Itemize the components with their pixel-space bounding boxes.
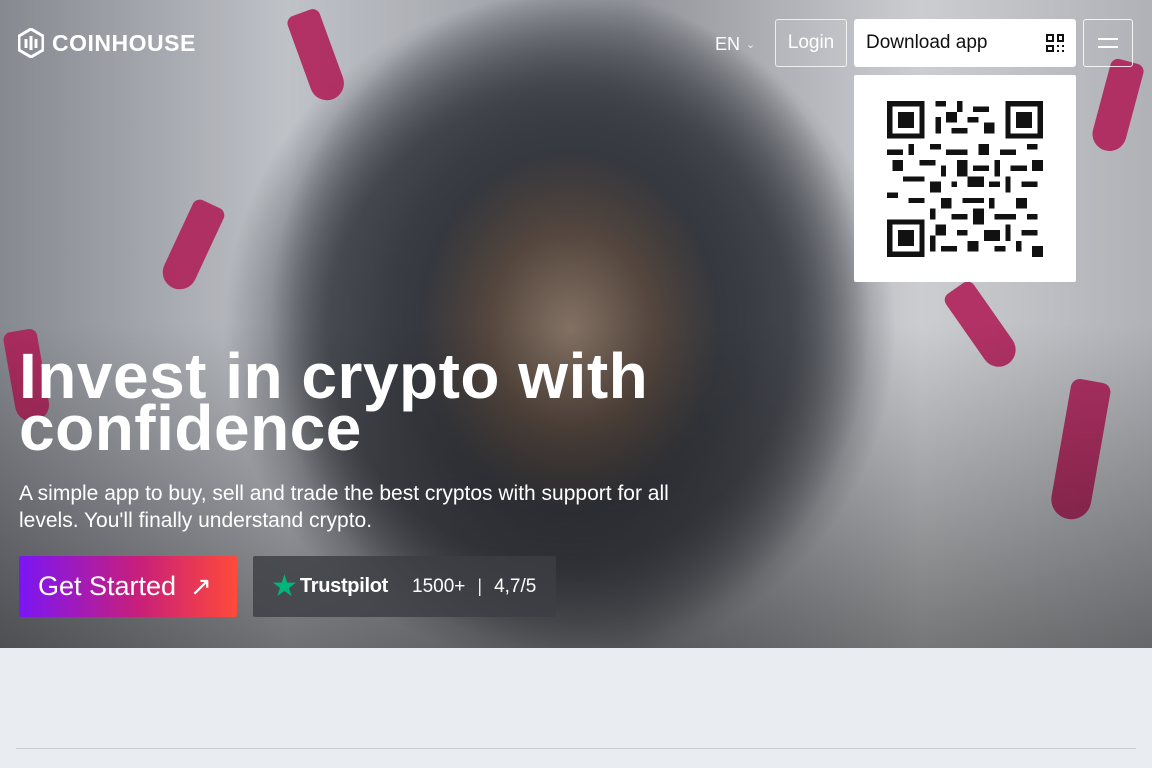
download-app-label: Download app bbox=[866, 32, 988, 53]
hamburger-line bbox=[1098, 38, 1118, 40]
arrow-up-right-icon: ↗ bbox=[190, 571, 212, 601]
logo-text: COINHOUSE bbox=[52, 29, 196, 56]
section-divider bbox=[16, 748, 1136, 749]
hamburger-line bbox=[1098, 46, 1118, 48]
trustpilot-badge[interactable]: ★ Trustpilot 1500+ | 4,7/5 bbox=[253, 556, 556, 617]
trustpilot-review-count: 1500+ bbox=[412, 575, 466, 597]
trustpilot-rating: 4,7/5 bbox=[494, 575, 537, 597]
qr-code-popover bbox=[854, 75, 1076, 282]
trustpilot-brand: Trustpilot bbox=[299, 575, 389, 597]
coinhouse-logo[interactable]: COINHOUSE bbox=[18, 28, 196, 58]
language-selector[interactable]: EN ⌄ bbox=[715, 34, 755, 55]
download-app-button[interactable]: Download app bbox=[854, 19, 1076, 67]
get-started-button[interactable]: Get Started ↗ bbox=[19, 556, 237, 617]
language-label: EN bbox=[715, 34, 741, 54]
qr-code-image bbox=[887, 100, 1043, 257]
hero-subheadline: A simple app to buy, sell and trade the … bbox=[19, 482, 669, 532]
get-started-label: Get Started bbox=[38, 571, 177, 601]
trustpilot-separator: | bbox=[477, 576, 483, 596]
hero-headline: Invest in crypto with confidence bbox=[19, 344, 779, 460]
login-label: Login bbox=[787, 32, 835, 53]
chevron-down-icon: ⌄ bbox=[746, 39, 756, 51]
coinhouse-logo-icon bbox=[18, 28, 44, 58]
menu-button[interactable] bbox=[1083, 19, 1133, 67]
headline-line-2: confidence bbox=[19, 392, 362, 464]
login-button[interactable]: Login bbox=[775, 19, 847, 67]
star-icon: ★ bbox=[271, 569, 298, 603]
qr-code-icon bbox=[1046, 34, 1064, 52]
